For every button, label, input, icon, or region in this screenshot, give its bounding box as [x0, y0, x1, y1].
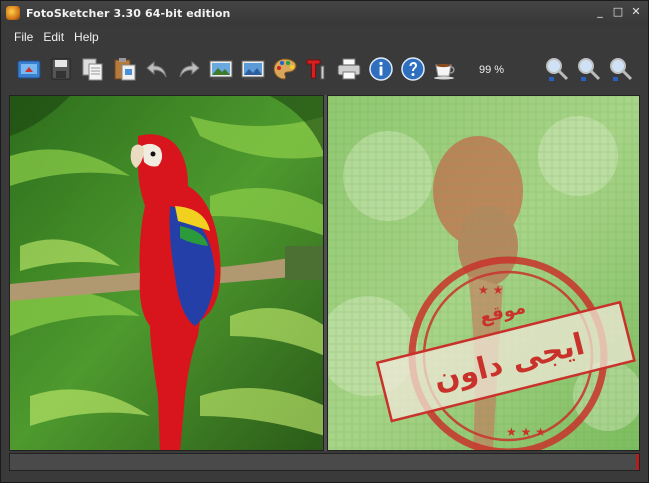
window-title: FotoSketcher 3.30 64-bit edition	[26, 6, 231, 20]
status-bar	[9, 453, 640, 471]
menu-help[interactable]: Help	[69, 30, 104, 44]
zoom-level: 99 %	[479, 64, 505, 76]
save-icon	[51, 58, 71, 80]
coffee-button[interactable]	[431, 54, 459, 84]
app-window: FotoSketcher 3.30 64-bit edition _ □ ✕ F…	[0, 0, 649, 483]
maximize-button[interactable]: □	[610, 4, 626, 20]
toolbar: 99 %	[1, 49, 648, 91]
original-image-panel[interactable]	[9, 95, 324, 451]
text-icon	[306, 59, 325, 80]
paint-palette-icon	[273, 58, 297, 80]
help-icon	[401, 57, 425, 81]
redo-button[interactable]	[175, 54, 203, 84]
title-bar[interactable]: FotoSketcher 3.30 64-bit edition _ □ ✕	[1, 1, 648, 25]
close-button[interactable]: ✕	[628, 4, 644, 20]
menu-bar: File Edit Help	[1, 27, 648, 47]
original-image-button[interactable]	[207, 54, 235, 84]
result-image-panel[interactable]: ★ ★ ★ ★ ★ ايجى داون موقع	[327, 95, 640, 451]
zoom-fit-button[interactable]	[607, 54, 635, 84]
original-image-icon	[209, 60, 233, 80]
coffee-icon	[434, 63, 455, 80]
text-button[interactable]	[303, 54, 331, 84]
undo-button[interactable]	[143, 54, 171, 84]
svg-text:★ ★ ★: ★ ★ ★	[506, 425, 546, 439]
zoom-fit-icon	[610, 58, 633, 81]
zoom-out-icon	[578, 58, 601, 81]
print-icon	[337, 58, 361, 80]
minimize-button[interactable]: _	[592, 4, 608, 20]
zoom-in-icon	[546, 58, 569, 81]
redo-icon	[179, 60, 200, 78]
open-button[interactable]	[15, 54, 43, 84]
result-image-icon	[241, 60, 265, 80]
paste-button[interactable]	[111, 54, 139, 84]
parrot-photo	[10, 96, 323, 450]
info-button[interactable]	[367, 54, 395, 84]
paint-palette-button[interactable]	[271, 54, 299, 84]
progress-indicator	[636, 454, 639, 470]
open-icon	[17, 60, 41, 79]
sketch-result-image: ★ ★ ★ ★ ★ ايجى داون موقع	[328, 96, 639, 450]
paste-icon	[114, 58, 136, 81]
app-logo-icon[interactable]	[6, 6, 20, 20]
zoom-out-button[interactable]	[575, 54, 603, 84]
copy-icon	[82, 58, 103, 81]
zoom-in-button[interactable]	[543, 54, 571, 84]
undo-icon	[146, 60, 167, 78]
save-button[interactable]	[47, 54, 75, 84]
svg-text:★ ★: ★ ★	[478, 283, 503, 297]
result-image-button[interactable]	[239, 54, 267, 84]
info-icon	[369, 57, 393, 81]
print-button[interactable]	[335, 54, 363, 84]
copy-button[interactable]	[79, 54, 107, 84]
menu-edit[interactable]: Edit	[38, 30, 69, 44]
help-button[interactable]	[399, 54, 427, 84]
menu-file[interactable]: File	[9, 30, 38, 44]
